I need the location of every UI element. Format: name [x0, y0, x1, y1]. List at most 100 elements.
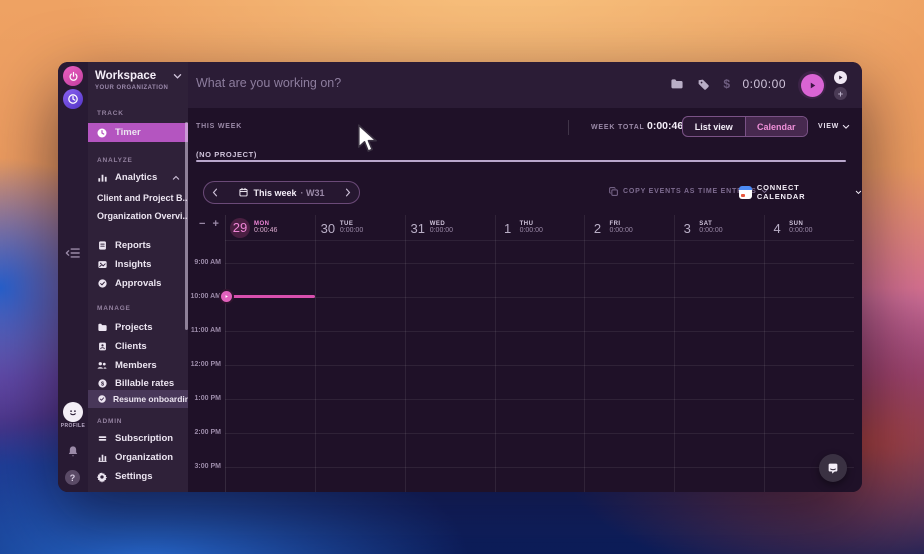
workspace-switcher[interactable]: Workspace YOUR ORGANIZATION	[88, 62, 188, 108]
manual-mode-button[interactable]: +	[834, 87, 847, 100]
sidebar: Workspace YOUR ORGANIZATION TRACK Timer …	[88, 62, 195, 492]
time-entry-bar[interactable]	[225, 295, 315, 298]
sidebar-item-analytics[interactable]: Analytics	[88, 168, 188, 187]
sidebar-item-clients[interactable]: Clients	[88, 337, 188, 356]
hour-label: 10:00 AM	[190, 293, 221, 300]
connect-calendar-label: CONNECT CALENDAR	[756, 183, 806, 201]
sidebar-item-organization-overview[interactable]: Organization Overvi...	[88, 206, 190, 225]
sidebar-item-reports[interactable]: Reports	[88, 236, 188, 255]
project-group-underline	[196, 160, 846, 162]
day-total: 0:00:00	[609, 227, 633, 235]
time-app-icon[interactable]	[63, 89, 83, 109]
week-total-value: 0:00:46	[647, 120, 684, 132]
day-name: FRI	[609, 220, 621, 227]
tag-icon[interactable]	[697, 78, 710, 91]
zoom-out-button[interactable]: −	[199, 218, 205, 230]
connect-calendar-dropdown[interactable]: CONNECT CALENDAR	[739, 183, 862, 201]
week-nav-title: This week	[253, 187, 297, 198]
play-icon	[225, 295, 228, 298]
sidebar-item-label: Settings	[115, 471, 153, 482]
calendar-app-icon	[739, 185, 752, 199]
left-rail: PROFILE ?	[58, 62, 88, 492]
next-week-button[interactable]	[337, 188, 359, 197]
chat-bubble-icon	[828, 463, 838, 474]
day-total: 0:00:00	[699, 227, 723, 235]
chevron-down-icon	[855, 190, 862, 194]
sidebar-item-label: Insights	[115, 259, 152, 270]
calendar-view-button[interactable]: Calendar	[744, 117, 807, 136]
sidebar-item-subscription[interactable]: Subscription	[88, 429, 188, 448]
users-icon	[96, 360, 108, 372]
desktop-wallpaper: PROFILE ? Workspace YOUR ORGANIZATION TR…	[0, 0, 924, 554]
day-total: 0:00:00	[339, 227, 364, 235]
day-name: TUE	[339, 220, 354, 227]
timer-page-content: THIS WEEK WEEK TOTAL 0:00:46 List view C…	[188, 108, 862, 492]
day-total: 0:00:00	[789, 227, 813, 235]
copy-icon	[609, 187, 618, 196]
chevron-up-icon	[172, 175, 180, 181]
billable-dollar-icon[interactable]: $	[723, 77, 730, 91]
previous-week-button[interactable]	[204, 188, 226, 197]
section-label-admin: ADMIN	[97, 418, 123, 425]
timer-mode-button[interactable]	[834, 71, 847, 84]
day-number: 1	[503, 220, 512, 236]
sidebar-item-label: Clients	[115, 341, 147, 352]
sidebar-item-approvals[interactable]: Approvals	[88, 274, 188, 293]
this-week-label: THIS WEEK	[196, 123, 243, 130]
bar-chart-icon	[96, 172, 108, 184]
sidebar-item-label: Analytics	[115, 172, 158, 183]
notifications-bell-icon[interactable]	[66, 444, 80, 459]
zoom-in-button[interactable]: +	[212, 218, 218, 230]
copy-events-label: COPY EVENTS AS TIME ENTRIES	[623, 188, 757, 195]
running-entry-indicator[interactable]	[219, 289, 234, 304]
timer-display: 0:00:00	[742, 77, 786, 91]
time-entry-description-input[interactable]: What are you working on?	[196, 76, 341, 90]
day-total: 0:00:00	[519, 227, 543, 235]
profile-label: PROFILE	[60, 423, 86, 429]
dollar-circle-icon: $	[96, 378, 108, 390]
sidebar-item-insights[interactable]: Insights	[88, 255, 188, 274]
help-icon[interactable]: ?	[65, 470, 80, 485]
workspace-title: Workspace	[95, 70, 157, 82]
project-folder-icon[interactable]	[670, 78, 684, 90]
gear-icon	[96, 471, 108, 483]
organization-building-icon	[96, 452, 108, 464]
day-number: 31	[410, 220, 425, 236]
support-chat-button[interactable]	[819, 454, 847, 482]
hour-label: 2:00 PM	[194, 429, 221, 436]
sidebar-item-label: Organization	[115, 452, 174, 463]
id-badge-icon	[96, 341, 108, 353]
section-label-manage: MANAGE	[97, 305, 131, 312]
workspace-subtitle: YOUR ORGANIZATION	[95, 85, 169, 91]
view-dropdown[interactable]: VIEW	[818, 123, 850, 130]
day-name: SAT	[699, 220, 713, 227]
list-view-button[interactable]: List view	[683, 117, 745, 136]
folder-icon	[96, 322, 108, 334]
start-timer-button[interactable]	[798, 71, 826, 99]
check-circle-icon	[96, 393, 108, 405]
timer-clock-icon	[96, 127, 108, 139]
check-circle-icon	[96, 278, 108, 290]
hour-label: 9:00 AM	[194, 259, 221, 266]
week-nav-number: · W31	[300, 187, 325, 198]
sidebar-item-resume-onboarding[interactable]: Resume onboarding	[88, 390, 195, 408]
profile-avatar[interactable]	[63, 402, 83, 422]
no-project-group-label: (NO PROJECT)	[196, 150, 257, 159]
day-name: SUN	[789, 220, 804, 227]
track-app-icon[interactable]	[63, 66, 83, 86]
sidebar-item-settings[interactable]: Settings	[88, 467, 188, 486]
divider	[568, 120, 569, 135]
sidebar-item-organization[interactable]: Organization	[88, 448, 188, 467]
sidebar-item-client-project-breakdown[interactable]: Client and Project B...	[88, 188, 190, 207]
calendar-hour-grid[interactable]	[225, 240, 854, 492]
report-icon	[96, 240, 108, 252]
day-number: 3	[683, 220, 691, 236]
week-picker-button[interactable]: This week · W31	[226, 187, 337, 198]
sidebar-item-projects[interactable]: Projects	[88, 318, 188, 337]
collapse-sidebar-icon[interactable]	[65, 246, 81, 260]
sidebar-item-label: Approvals	[115, 278, 162, 289]
app-window: PROFILE ? Workspace YOUR ORGANIZATION TR…	[58, 62, 862, 492]
section-label-analyze: ANALYZE	[97, 157, 133, 164]
sidebar-item-timer[interactable]: Timer	[88, 123, 188, 142]
sidebar-item-members[interactable]: Members	[88, 356, 188, 375]
